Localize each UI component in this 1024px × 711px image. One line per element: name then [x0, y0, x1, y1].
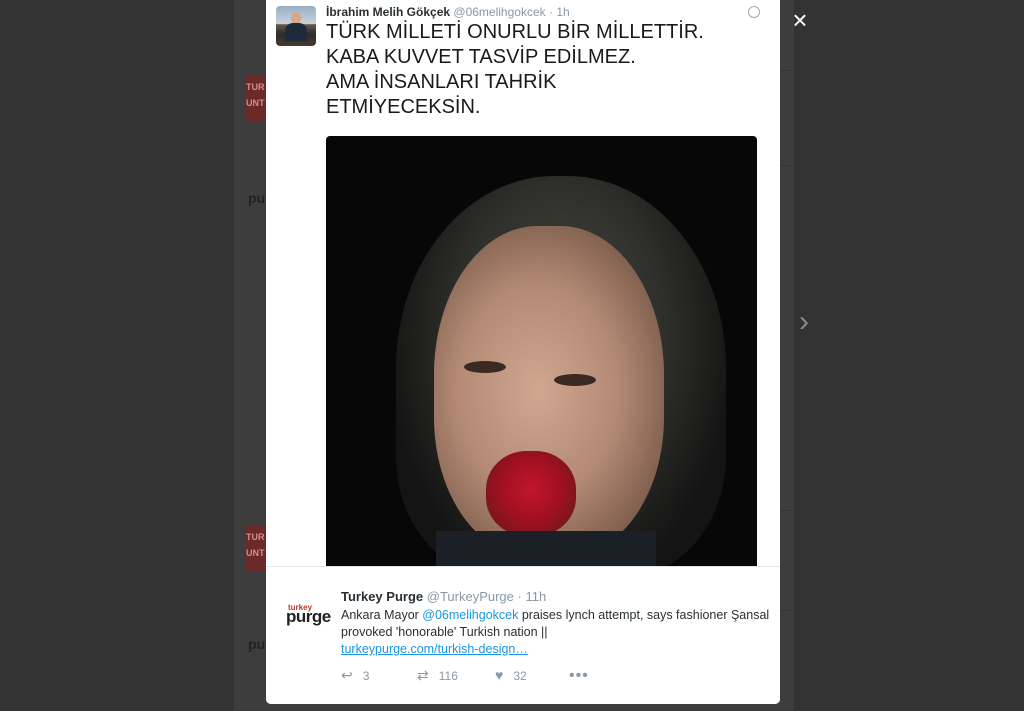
more-icon: •••: [569, 667, 589, 684]
reply-count: 3: [362, 669, 370, 683]
like-count: 32: [513, 669, 527, 683]
tweet-header: İbrahim Melih Gökçek @06melihgokcek · 1h: [326, 5, 570, 19]
avatar[interactable]: [276, 6, 316, 46]
author-name[interactable]: Turkey Purge: [341, 589, 423, 604]
timeline-avatar: TUR UNT: [246, 76, 268, 122]
separator: ·: [548, 5, 553, 19]
close-icon[interactable]: ×: [786, 6, 814, 34]
globe-icon: [748, 6, 760, 18]
turkey-purge-avatar[interactable]: turkey purge: [286, 603, 336, 626]
separator: ·: [517, 589, 522, 604]
tweet-text: TÜRK MİLLETİ ONURLU BİR MİLLETTİR. KABA …: [326, 21, 704, 118]
media-tweet: İbrahim Melih Gökçek @06melihgokcek · 1h…: [266, 0, 780, 566]
heart-icon: ♥: [495, 667, 504, 683]
reply-icon: ↩: [341, 667, 353, 683]
tweet-photo[interactable]: [326, 136, 757, 566]
retweet-icon: ⇄: [417, 667, 429, 683]
reply-button[interactable]: ↩ 3: [341, 667, 369, 684]
author-handle[interactable]: @TurkeyPurge: [427, 589, 514, 604]
tweet-text: Ankara Mayor @06melihgokcek praises lync…: [341, 607, 771, 658]
more-button[interactable]: •••: [569, 667, 599, 685]
author-name[interactable]: İbrahim Melih Gökçek: [326, 5, 450, 19]
timestamp[interactable]: 11h: [525, 589, 546, 604]
next-arrow-icon[interactable]: ›: [792, 306, 816, 338]
mention-link[interactable]: @06melihgokcek: [422, 608, 518, 622]
original-tweet: turkey purge Turkey Purge @TurkeyPurge ·…: [266, 566, 780, 704]
retweet-count: 116: [438, 669, 458, 683]
timestamp[interactable]: 1h: [556, 5, 569, 19]
tweet-modal: İbrahim Melih Gökçek @06melihgokcek · 1h…: [266, 0, 780, 704]
author-handle[interactable]: @06melihgokcek: [453, 5, 545, 19]
like-button[interactable]: ♥ 32: [495, 667, 527, 683]
retweet-button[interactable]: ⇄ 116: [417, 667, 458, 684]
article-link[interactable]: turkeypurge.com/turkish-design…: [341, 642, 528, 656]
tweet-header: Turkey Purge @TurkeyPurge · 11h: [341, 589, 546, 604]
text-segment: Ankara Mayor: [341, 608, 423, 622]
timeline-avatar: TUR UNT: [246, 526, 268, 572]
